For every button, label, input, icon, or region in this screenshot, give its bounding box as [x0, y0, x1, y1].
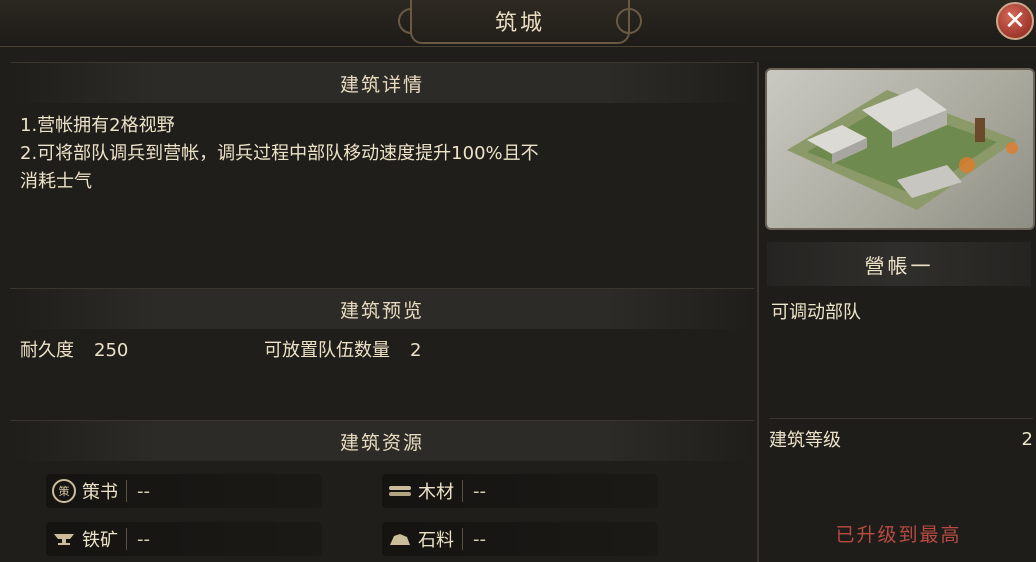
building-preview-image — [765, 68, 1035, 230]
strategy-book-icon: 策 — [52, 479, 76, 503]
left-panel: 建筑详情 1.营帐拥有2格视野 2.可将部队调兵到营帐，调兵过程中部队移动速度提… — [10, 62, 754, 562]
ornament-right-icon — [616, 8, 642, 34]
durability-value: 250 — [94, 340, 129, 361]
close-button[interactable]: ✕ — [996, 2, 1034, 40]
building-info-panel: 營帳一 可调动部队 建筑等级 2 已升级到最高 — [757, 62, 1036, 562]
window-title-text: 筑城 — [494, 11, 545, 36]
troop-capacity-label: 可放置队伍数量 — [264, 340, 390, 361]
resources-heading: 建筑资源 — [10, 420, 754, 461]
troop-capacity-stat: 可放置队伍数量 2 — [264, 336, 421, 362]
building-level-label: 建筑等级 — [769, 430, 841, 451]
resource-row-wood: 木材 -- — [382, 474, 658, 508]
close-icon: ✕ — [1004, 6, 1026, 36]
iron-anvil-icon — [52, 527, 76, 551]
window-title: 筑城 — [410, 0, 630, 44]
max-level-status: 已升级到最高 — [835, 524, 962, 546]
durability-label: 耐久度 — [20, 340, 74, 361]
detail-line: 1.营帐拥有2格视野 — [20, 115, 175, 136]
wood-icon — [388, 479, 412, 503]
durability-stat: 耐久度 250 — [20, 336, 128, 362]
detail-line: 消耗士气 — [20, 171, 92, 192]
detail-line: 2.可将部队调兵到营帐，调兵过程中部队移动速度提升100%且不 — [20, 143, 539, 164]
troop-capacity-value: 2 — [410, 340, 422, 361]
details-heading: 建筑详情 — [10, 62, 754, 103]
title-bar: 筑城 ✕ — [0, 0, 1036, 47]
building-level-row: 建筑等级 2 — [769, 418, 1033, 459]
preview-heading: 建筑预览 — [10, 288, 754, 329]
resource-row-strategy-book: 策 策书 -- — [46, 474, 322, 508]
stone-icon — [388, 527, 412, 551]
building-description: 可调动部队 — [771, 302, 861, 323]
building-level-value: 2 — [1021, 428, 1033, 450]
resource-row-iron: 铁矿 -- — [46, 522, 322, 556]
details-description: 1.营帐拥有2格视野 2.可将部队调兵到营帐，调兵过程中部队移动速度提升100%… — [20, 112, 740, 196]
resource-row-stone: 石料 -- — [382, 522, 658, 556]
building-name: 營帳一 — [767, 242, 1031, 286]
